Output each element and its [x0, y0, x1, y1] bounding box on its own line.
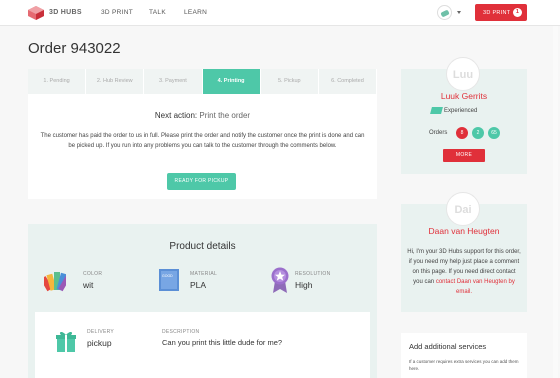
support-name[interactable]: Daan van Heugten: [401, 226, 527, 236]
nav-talk[interactable]: TALK: [149, 9, 166, 16]
3d-hubs-logo-icon[interactable]: [28, 6, 44, 20]
material-label: MATERIAL: [190, 271, 218, 277]
page-scrollbar[interactable]: [553, 26, 558, 378]
more-button[interactable]: MORE: [443, 149, 485, 162]
experience-badge-icon: [430, 107, 443, 114]
next-action-description: The customer has paid the order to us in…: [40, 133, 365, 149]
additional-services-card: Add additional services If a customer re…: [401, 333, 527, 378]
support-card: Dai Daan van Heugten Hi, I'm your 3D Hub…: [401, 192, 527, 312]
experience-level: Experienced: [430, 107, 478, 115]
customer-name[interactable]: Luuk Gerrits: [401, 91, 527, 101]
order-status-card: 1. Pending 2. Hub Review 3. Payment 4. P…: [28, 69, 378, 199]
delivery-property: DELIVERY pickup: [87, 329, 114, 348]
resolution-value: High: [295, 280, 313, 290]
material-spool-icon: GOOD: [159, 269, 179, 291]
support-avatar[interactable]: Dai: [446, 192, 480, 226]
description-value: Can you print this little dude for me?: [162, 338, 283, 347]
color-value: wit: [83, 280, 94, 290]
step-completed: 6. Completed: [318, 69, 378, 94]
top-navigation-bar: 3D HUBS 3D PRINT TALK LEARN 3D PRINT 1: [0, 0, 560, 26]
support-message: Hi, I'm your 3D Hubs support for this or…: [407, 247, 521, 297]
next-action-value: Print the order: [199, 111, 251, 120]
next-action-label: Next action:: [154, 111, 198, 120]
notification-count: 1: [513, 8, 522, 17]
additional-services-text: If a customer requires extra services yo…: [409, 359, 519, 371]
resolution-label: RESOLUTION: [295, 271, 331, 277]
nav-3d-print[interactable]: 3D PRINT: [101, 9, 133, 16]
contact-support-link[interactable]: contact Daan van Heugten by email.: [436, 279, 515, 295]
gift-box-icon: [56, 331, 76, 352]
description-label: DESCRIPTION: [162, 329, 200, 335]
color-property: COLOR wit: [83, 271, 102, 290]
product-details-title: Product details: [169, 241, 236, 252]
step-pending: 1. Pending: [28, 69, 87, 94]
delivery-label: DELIVERY: [87, 329, 115, 335]
additional-services-title: Add additional services: [409, 342, 487, 351]
delivery-value: pickup: [87, 338, 112, 348]
material-property: MATERIAL PLA: [190, 271, 217, 290]
brand-name[interactable]: 3D HUBS: [49, 9, 82, 16]
ready-for-pickup-button[interactable]: READY FOR PICKUP: [167, 173, 236, 190]
progress-steps: 1. Pending 2. Hub Review 3. Payment 4. P…: [28, 69, 378, 94]
step-hub-review: 2. Hub Review: [86, 69, 145, 94]
step-pickup: 5. Pickup: [260, 69, 319, 94]
orders-count-red: 8: [456, 127, 468, 139]
print-button-label: 3D PRINT: [483, 10, 511, 16]
orders-label: Orders: [429, 130, 448, 136]
resolution-property: RESOLUTION High: [295, 271, 331, 290]
nav-learn[interactable]: LEARN: [184, 9, 207, 16]
svg-text:GOOD: GOOD: [162, 274, 173, 278]
description-property: DESCRIPTION Can you print this little du…: [162, 329, 282, 347]
user-avatar[interactable]: [437, 5, 452, 20]
customer-card: Luu Luuk Gerrits Experienced Orders 8 2 …: [401, 57, 527, 174]
material-value: PLA: [190, 280, 207, 290]
3d-print-button[interactable]: 3D PRINT 1: [475, 4, 527, 21]
customer-avatar[interactable]: Luu: [446, 57, 480, 91]
step-payment: 3. Payment: [144, 69, 203, 94]
chevron-down-icon[interactable]: [457, 11, 461, 14]
leaf-icon: [440, 9, 450, 18]
orders-count-total: 65: [488, 127, 500, 139]
experience-label: Experienced: [444, 108, 478, 115]
page-title: Order 943022: [28, 40, 121, 57]
product-details-card: Product details COLOR wit GOOD MATERIAL …: [28, 224, 377, 378]
color-swatch-icon: [44, 272, 66, 292]
delivery-description-panel: DELIVERY pickup DESCRIPTION Can you prin…: [35, 312, 370, 378]
next-action-heading: Next action: Print the order: [28, 111, 377, 120]
resolution-medal-icon: [271, 267, 289, 293]
color-label: COLOR: [83, 271, 103, 277]
orders-count-teal: 2: [472, 127, 484, 139]
step-printing: 4. Printing: [202, 69, 261, 94]
